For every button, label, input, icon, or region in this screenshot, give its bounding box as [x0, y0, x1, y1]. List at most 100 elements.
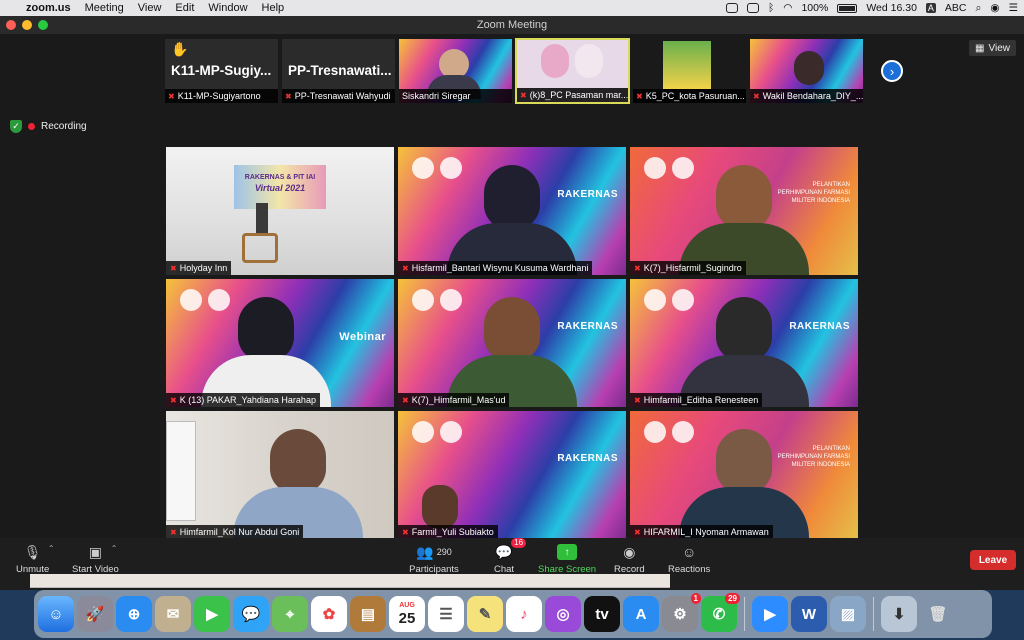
participant-thumb[interactable]: Siskandri Siregar [398, 38, 513, 104]
participant-thumb[interactable]: ✖ K5_PC_kota Pasuruan... [632, 38, 747, 104]
menu-edit[interactable]: Edit [175, 2, 194, 14]
system-preferences-icon[interactable]: ⚙ 1 [662, 593, 701, 632]
caret-up-icon[interactable]: ⌃ [48, 544, 55, 553]
participant-thumb[interactable]: PP-Tresnawati... ✖ PP-Tresnawati Wahyudi [281, 38, 396, 104]
facetime-icon[interactable]: ▶ [194, 596, 230, 632]
video-tile[interactable]: PELANTIKAN PERHIMPUNAN FARMASI MILITER I… [630, 411, 858, 539]
safari-icon[interactable]: ⊕ [116, 596, 152, 632]
tile-label: ✖ K(7)_Himfarmil_Mas'ud [398, 393, 510, 407]
siri-icon[interactable]: ◉ [990, 2, 999, 14]
thumb-label: ✖ K11-MP-Sugiyartono [165, 89, 278, 103]
share-screen-button[interactable]: ↑ Share Screen [538, 544, 596, 575]
video-tile[interactable]: Webinar ✖ K (13) PAKAR_Yahdiana Harahap [166, 279, 394, 407]
app-store-icon[interactable]: A [623, 596, 659, 632]
menu-window[interactable]: Window [208, 2, 247, 14]
search-icon[interactable]: ⌕ [976, 2, 982, 15]
video-tile[interactable]: RAKERNAS ✖ Hisfarmil_Bantari Wisynu Kusum… [398, 147, 626, 275]
tile-label: ✖ HIFARMIL_I Nyoman Armawan [630, 525, 773, 539]
video-tile[interactable]: PELANTIKAN PERHIMPUNAN FARMASI MILITER I… [630, 147, 858, 275]
video-tile[interactable]: RAKERNAS ✖ K(7)_Himfarmil_Mas'ud [398, 279, 626, 407]
participant-thumb[interactable]: ✖ Wakil Bendahara_DIY_... [749, 38, 864, 104]
caret-up-icon[interactable]: ⌃ [111, 544, 118, 553]
video-tile[interactable]: RAKERNAS ✖ Himfarmil_Editha Renesteen [630, 279, 858, 407]
thumb-name-large: K11-MP-Sugiy... [171, 63, 272, 78]
start-video-button[interactable]: ▣ ⌃ Start Video [72, 544, 119, 576]
next-page-button[interactable]: › [881, 60, 903, 82]
trash-icon[interactable]: 🗑 [920, 596, 956, 632]
bluetooth-icon[interactable]: ᛒ [768, 2, 774, 14]
participant-thumb-active[interactable]: ✖ (k)8_PC Pasaman mar... [515, 38, 630, 104]
close-window-button[interactable] [6, 20, 16, 30]
chevron-right-icon: › [889, 63, 895, 79]
photos-icon[interactable]: ✿ [311, 596, 347, 632]
participant-head [238, 297, 295, 361]
menu-app-name[interactable]: zoom.us [26, 2, 71, 14]
maps-icon[interactable]: ⌖ [272, 596, 308, 632]
leave-button[interactable]: Leave [970, 550, 1016, 570]
recording-dot-icon [28, 123, 35, 130]
calendar-icon[interactable]: AUG 25 [389, 596, 425, 632]
tile-label-text: K(7)_Himfarmil_Mas'ud [411, 395, 506, 405]
reactions-button[interactable]: ☺ Reactions [668, 544, 710, 575]
recording-indicator[interactable]: ✓ Recording [10, 120, 87, 133]
battery-icon[interactable] [837, 3, 858, 13]
mic-muted-icon: ✖ [402, 395, 409, 405]
minimize-window-button[interactable] [22, 20, 32, 30]
menu-meeting[interactable]: Meeting [85, 2, 124, 14]
participant-video [663, 41, 711, 89]
participants-button[interactable]: 👥 290 Participants [404, 544, 464, 576]
finder-icon[interactable]: ☺ [38, 596, 74, 632]
whatsapp-badge: 29 [725, 593, 740, 604]
whatsapp-icon[interactable]: ✆ 29 [701, 593, 740, 632]
logo-icon [644, 157, 666, 179]
thumb-label-text: Wakil Bendahara_DIY_... [762, 91, 863, 101]
mic-muted-icon: ✖ [402, 527, 409, 537]
contacts-icon[interactable]: ▤ [350, 596, 386, 632]
video-tile[interactable]: RAKERNAS ✖ Farmil_Yuli Subiakto [398, 411, 626, 539]
mac-dock: ☺ 🚀 ⊕ ✉ ▶ 💬 ⌖ ✿ ▤ AUG 25 ☰ ✎ ♪ ◎ tv A ⚙ 1… [34, 590, 992, 638]
preview-icon[interactable]: ✉ [155, 596, 191, 632]
cast-icon[interactable] [746, 3, 759, 13]
input-source-icon[interactable]: A [925, 3, 936, 13]
unmute-button[interactable]: 🎙 ⌃ Unmute [16, 544, 55, 576]
tile-label: ✖ Holyday Inn [166, 261, 232, 275]
notes-icon[interactable]: ✎ [467, 596, 503, 632]
menu-view[interactable]: View [138, 2, 162, 14]
share-screen-icon: ↑ [557, 544, 578, 560]
wifi-icon[interactable]: ◠ [783, 2, 792, 14]
participant-person [679, 165, 809, 275]
stage-banner-title: RAKERNAS & PIT IAI [244, 174, 316, 181]
music-icon[interactable]: ♪ [506, 596, 542, 632]
word-icon[interactable]: W [791, 596, 827, 632]
video-tile[interactable]: ✖ Himfarmil_Kol Nur Abdul Goni [166, 411, 394, 539]
clock[interactable]: Wed 16.30 [866, 2, 917, 14]
mic-muted-icon: ✖ [170, 527, 177, 537]
zoom-icon[interactable]: ▶ [752, 596, 788, 632]
podcasts-icon[interactable]: ◎ [545, 596, 581, 632]
zoom-window-button[interactable] [38, 20, 48, 30]
launchpad-icon[interactable]: 🚀 [77, 596, 113, 632]
security-shield-icon[interactable]: ✓ [10, 120, 22, 133]
zoom-status-icon[interactable] [725, 3, 738, 13]
downloads-stack-icon[interactable]: ⬇ [881, 596, 917, 632]
dock-separator [744, 597, 745, 631]
photo-viewer-icon[interactable]: ▨ [830, 596, 866, 632]
record-button[interactable]: ◉ Record [614, 544, 645, 576]
thumb-label-text: PP-Tresnawati Wahyudi [294, 91, 391, 101]
messages-icon[interactable]: 💬 [233, 596, 269, 632]
chat-button[interactable]: 💬 16 Chat [494, 538, 527, 575]
view-button[interactable]: ▦ View [969, 40, 1016, 56]
video-tile[interactable]: RAKERNAS & PIT IAI Virtual 2021 ✖ Holyday… [166, 147, 394, 275]
tile-banner: Webinar [339, 331, 386, 343]
participant-thumb[interactable]: ✋ K11-MP-Sugiy... ✖ K11-MP-Sugiyartono [164, 38, 279, 104]
menu-help[interactable]: Help [262, 2, 285, 14]
input-source-label[interactable]: ABC [945, 2, 967, 14]
tile-label-text: K (13) PAKAR_Yahdiana Harahap [179, 395, 316, 405]
control-center-icon[interactable]: ☰ [1009, 2, 1018, 14]
tile-label: ✖ K (13) PAKAR_Yahdiana Harahap [166, 393, 320, 407]
window-title: Zoom Meeting [476, 19, 548, 31]
apple-tv-icon[interactable]: tv [584, 596, 620, 632]
reminders-icon[interactable]: ☰ [428, 596, 464, 632]
logo-icon [644, 289, 666, 311]
battery-percent: 100% [801, 2, 829, 14]
